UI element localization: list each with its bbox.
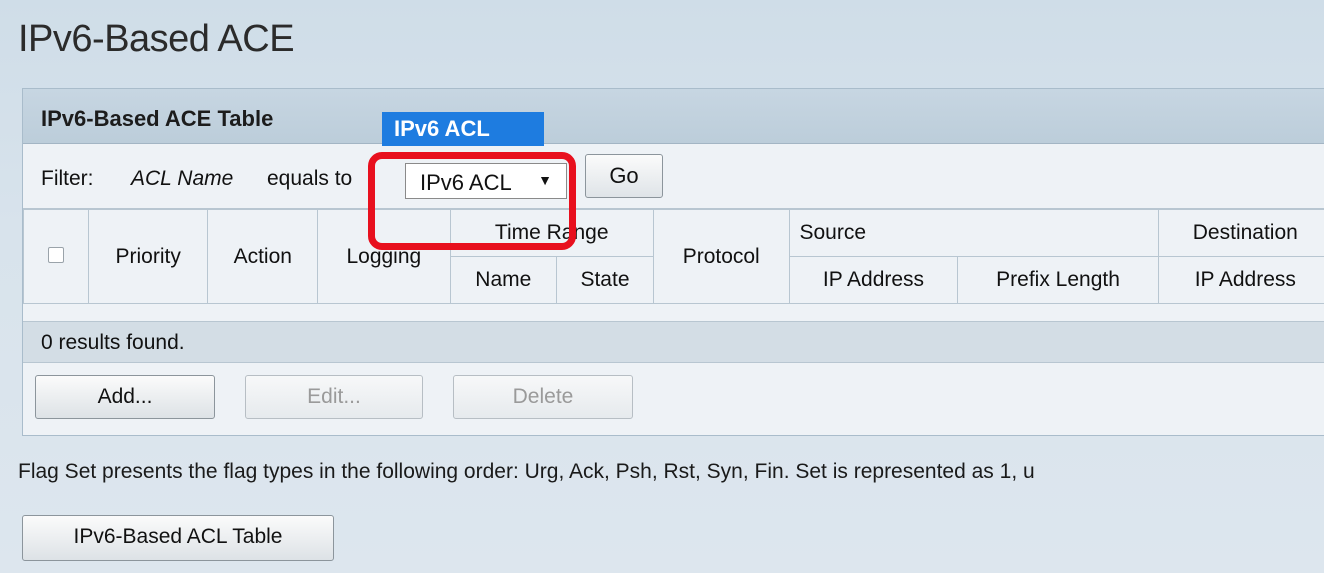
caret-down-icon: ▼ xyxy=(538,172,552,188)
ace-table: Priority Action Logging Time Range Proto… xyxy=(23,209,1324,304)
col-priority: Priority xyxy=(87,209,209,304)
filter-label: Filter: xyxy=(41,167,94,190)
go-button[interactable]: Go xyxy=(585,154,663,198)
col-time-range: Time Range xyxy=(449,209,654,257)
col-source-ip: IP Address xyxy=(788,256,959,304)
col-time-range-name: Name xyxy=(449,256,558,304)
ace-table-panel: IPv6-Based ACE Table Filter: ACL Name eq… xyxy=(22,88,1324,436)
filter-field-name: ACL Name xyxy=(131,167,234,190)
col-action: Action xyxy=(207,209,319,304)
page-title: IPv6-Based ACE xyxy=(18,18,295,60)
filter-operator: equals to xyxy=(267,167,353,190)
panel-header: IPv6-Based ACE Table xyxy=(23,89,1324,144)
col-time-range-state: State xyxy=(556,256,654,304)
add-button[interactable]: Add... xyxy=(35,375,215,419)
col-protocol: Protocol xyxy=(652,209,790,304)
acl-name-dropdown-option[interactable]: IPv6 ACL xyxy=(382,112,544,146)
ipv6-acl-table-button[interactable]: IPv6-Based ACL Table xyxy=(22,515,334,561)
col-source: Source xyxy=(788,209,1159,257)
flag-set-note: Flag Set presents the flag types in the … xyxy=(18,460,1035,483)
delete-button[interactable]: Delete xyxy=(453,375,633,419)
col-destination: Destination xyxy=(1157,209,1324,257)
edit-button[interactable]: Edit... xyxy=(245,375,423,419)
col-destination-ip: IP Address xyxy=(1157,256,1324,304)
acl-name-select[interactable]: IPv6 ACL ▼ xyxy=(405,163,567,199)
col-logging: Logging xyxy=(317,209,451,304)
results-status: 0 results found. xyxy=(23,321,1324,363)
select-all-checkbox[interactable] xyxy=(48,246,64,263)
select-value: IPv6 ACL xyxy=(420,170,512,195)
filter-row: Filter: ACL Name equals to IPv6 ACL ▼ Go xyxy=(23,145,1324,209)
select-all-checkbox-cell xyxy=(23,209,89,304)
col-source-prefix: Prefix Length xyxy=(957,256,1159,304)
